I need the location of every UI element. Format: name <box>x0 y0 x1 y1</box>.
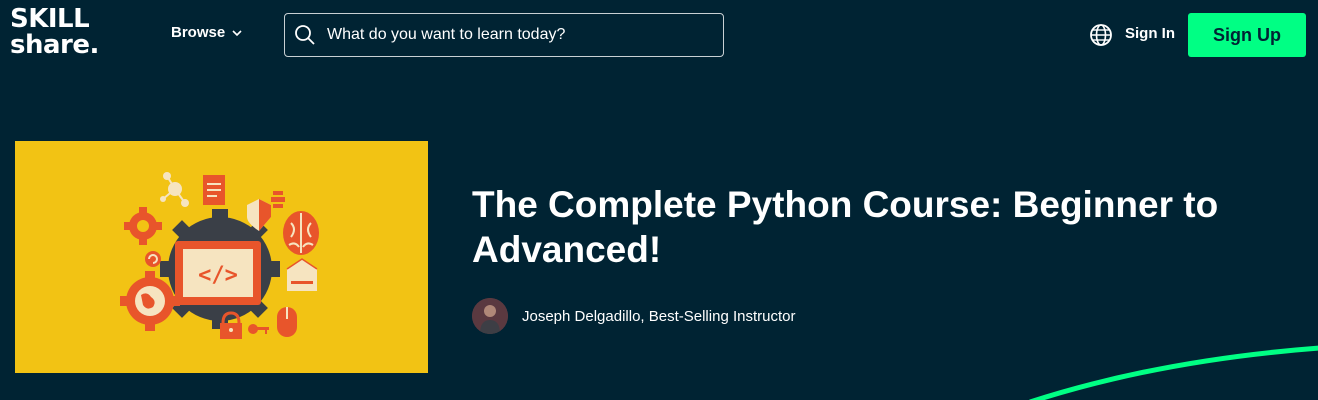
python-illustration: </> <box>120 172 319 339</box>
code-icon: </> <box>175 241 261 305</box>
shield-icon <box>247 199 271 231</box>
sign-up-button[interactable]: Sign Up <box>1188 13 1306 57</box>
logo-line-2: share. <box>10 30 99 60</box>
person-icon <box>472 298 508 334</box>
browse-label: Browse <box>171 24 226 41</box>
key-icon <box>248 324 269 334</box>
globe-icon[interactable] <box>1089 23 1113 47</box>
browse-menu-button[interactable]: Browse <box>171 24 243 41</box>
code-symbol: </> <box>198 263 238 288</box>
course-title: The Complete Python Course: Beginner to … <box>472 182 1292 272</box>
network-icon <box>160 172 189 207</box>
instructor-name: Joseph Delgadillo, Best-Selling Instruct… <box>522 307 796 325</box>
decorative-swoosh <box>1029 345 1318 400</box>
search-icon <box>295 25 315 45</box>
top-navigation-bar: SKILL share. Browse Sign In Sign Up <box>0 0 1318 70</box>
envelope-icon <box>286 258 318 291</box>
gear-icon <box>124 207 162 245</box>
course-thumbnail[interactable]: </> <box>15 141 428 373</box>
instructor-info[interactable]: Joseph Delgadillo, Best-Selling Instruct… <box>472 298 795 334</box>
logo-line-1: SKILL <box>10 4 90 34</box>
course-title-line-2: Advanced! <box>472 229 662 270</box>
brain-icon <box>283 211 319 255</box>
chevron-down-icon <box>232 29 242 36</box>
database-icon <box>271 191 285 208</box>
skillshare-logo[interactable]: SKILL share. <box>10 6 99 58</box>
avatar[interactable] <box>472 298 508 334</box>
mouse-icon <box>277 307 297 337</box>
sign-in-link[interactable]: Sign In <box>1125 25 1175 42</box>
search-input[interactable] <box>327 26 707 44</box>
refresh-icon <box>145 251 161 267</box>
search-box[interactable] <box>284 13 724 57</box>
course-title-line-1: The Complete Python Course: Beginner to <box>472 184 1219 225</box>
document-icon <box>203 175 225 205</box>
